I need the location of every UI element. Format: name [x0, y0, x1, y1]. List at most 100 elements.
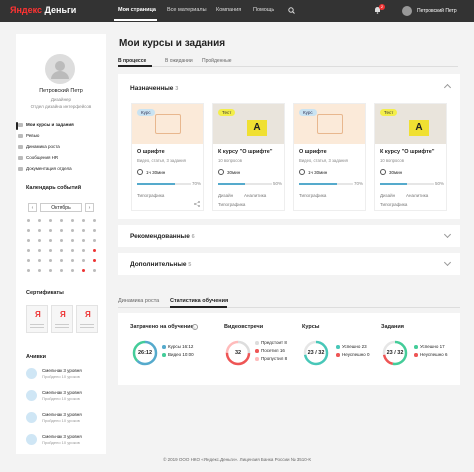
tab-growth[interactable]: Динамика роста	[118, 298, 159, 304]
calendar-day[interactable]	[38, 229, 41, 232]
calendar-day[interactable]	[38, 269, 41, 272]
nav-all-materials[interactable]: Все материалы	[167, 7, 207, 13]
calendar-day[interactable]	[60, 229, 63, 232]
nav-my-page[interactable]: Моя страница	[118, 7, 156, 13]
recommended-panel[interactable]: Рекомендованные 6	[118, 225, 460, 247]
calendar-day[interactable]	[93, 259, 96, 262]
search-icon[interactable]	[288, 7, 295, 14]
assigned-count: 3	[175, 86, 179, 92]
calendar-day[interactable]	[93, 219, 96, 222]
assigned-title[interactable]: Назначенные 3	[130, 85, 178, 92]
calendar-day[interactable]	[82, 249, 85, 252]
calendar-day[interactable]	[93, 249, 96, 252]
calendar-day[interactable]	[60, 269, 63, 272]
calendar-day[interactable]	[38, 259, 41, 262]
card-topic-tag[interactable]: Типографика	[137, 193, 164, 198]
share-icon[interactable]	[194, 201, 200, 207]
nav-company[interactable]: Компания	[216, 7, 241, 13]
course-card[interactable]: Курс О шрифте Видео, статья, 3 задания 1…	[293, 103, 366, 211]
calendar-next-button[interactable]: ›	[85, 203, 94, 212]
additional-panel[interactable]: Дополнительные 5	[118, 253, 460, 275]
calendar-day[interactable]	[60, 249, 63, 252]
calendar-day[interactable]	[49, 239, 52, 242]
card-duration: 30мин	[389, 170, 403, 175]
card-topic-tag[interactable]: Дизайн	[218, 193, 233, 198]
certificate-1[interactable]: Я	[26, 305, 48, 333]
calendar-day[interactable]	[60, 259, 63, 262]
course-card[interactable]: A Тест К курсу "О шрифте" 10 вопросов 30…	[212, 103, 285, 211]
calendar-day[interactable]	[60, 239, 63, 242]
videos-value: 32	[234, 350, 242, 356]
achievement-title[interactable]: Смельчак 3 уровня	[42, 412, 82, 417]
calendar-day[interactable]	[71, 219, 74, 222]
tab-active-indicator	[118, 65, 152, 67]
user-avatar[interactable]	[402, 6, 412, 16]
calendar-day[interactable]	[49, 229, 52, 232]
calendar-day[interactable]	[27, 239, 30, 242]
certificate-2[interactable]: Я	[51, 305, 73, 333]
card-progress-label: 50%	[273, 181, 283, 186]
calendar-day[interactable]	[49, 259, 52, 262]
calendar-day[interactable]	[71, 269, 74, 272]
achievement-title[interactable]: Смельчак 3 уровня	[42, 390, 82, 395]
calendar-day[interactable]	[27, 219, 30, 222]
calendar-day[interactable]	[82, 229, 85, 232]
calendar-day[interactable]	[93, 229, 96, 232]
sidebar-item-growth[interactable]: Динамика роста	[26, 144, 60, 149]
chevron-up-icon[interactable]	[443, 83, 452, 92]
calendar-day[interactable]	[38, 219, 41, 222]
sidebar-item-courses[interactable]: Мои курсы и задания	[26, 122, 74, 127]
course-card[interactable]: A Тест К курсу "О шрифте" 10 вопросов 30…	[374, 103, 447, 211]
calendar-prev-button[interactable]: ‹	[28, 203, 37, 212]
chevron-down-icon[interactable]	[443, 230, 452, 239]
calendar-day[interactable]	[27, 259, 30, 262]
sidebar: Петровский Петр Дизайнер Отдел дизайна и…	[16, 34, 106, 454]
calendar-day[interactable]	[93, 269, 96, 272]
sidebar-item-hr[interactable]: Сообщения HR	[26, 155, 58, 160]
chevron-down-icon[interactable]	[443, 258, 452, 267]
tab-learning-stats[interactable]: Статистика обучения	[170, 298, 228, 304]
card-topic-tag[interactable]: Типографика	[299, 193, 326, 198]
tab-waiting[interactable]: В ожидании	[165, 58, 193, 64]
calendar-day[interactable]	[71, 259, 74, 262]
achievement-title[interactable]: Смельчак 3 уровня	[42, 434, 82, 439]
calendar-day[interactable]	[60, 219, 63, 222]
card-topic-tag[interactable]: Типографика	[380, 202, 407, 207]
tab-completed[interactable]: Пройденные	[202, 58, 232, 64]
sidebar-item-docs[interactable]: Документация отдела	[26, 166, 72, 171]
card-topic-tag[interactable]: Аналитика	[244, 193, 266, 198]
certificate-3[interactable]: Я	[76, 305, 98, 333]
calendar-day[interactable]	[71, 249, 74, 252]
calendar-day[interactable]	[27, 269, 30, 272]
calendar-day[interactable]	[71, 229, 74, 232]
calendar-day[interactable]	[82, 259, 85, 262]
tab-in-progress[interactable]: В процессе	[118, 58, 146, 64]
logo[interactable]: Яндекс Деньги	[10, 5, 76, 15]
nav-help[interactable]: Помощь	[253, 7, 274, 13]
certificate-logo: Я	[60, 310, 66, 319]
calendar-day[interactable]	[82, 239, 85, 242]
card-topic-tag[interactable]: Типографика	[218, 202, 245, 207]
calendar-month[interactable]: Октябрь	[40, 203, 82, 212]
calendar-day[interactable]	[93, 239, 96, 242]
calendar-grid[interactable]	[27, 219, 97, 299]
card-topic-tag[interactable]: Аналитика	[406, 193, 428, 198]
legend-label: Посетил 16	[261, 348, 285, 353]
calendar-day[interactable]	[49, 249, 52, 252]
calendar-day[interactable]	[38, 249, 41, 252]
card-progress-label: 70%	[354, 181, 364, 186]
calendar-day[interactable]	[27, 229, 30, 232]
calendar-day[interactable]	[27, 249, 30, 252]
info-icon[interactable]: i	[192, 324, 198, 330]
calendar-day[interactable]	[38, 239, 41, 242]
calendar-day[interactable]	[71, 239, 74, 242]
sidebar-item-review[interactable]: Ревью	[26, 133, 39, 138]
calendar-day[interactable]	[49, 219, 52, 222]
achievement-title[interactable]: Смельчак 3 уровня	[42, 368, 82, 373]
course-card[interactable]: Курс О шрифте Видео, статья, 3 задания 1…	[131, 103, 204, 211]
calendar-day[interactable]	[82, 269, 85, 272]
card-topic-tag[interactable]: Дизайн	[380, 193, 395, 198]
calendar-day[interactable]	[82, 219, 85, 222]
user-name[interactable]: Петровский Петр	[417, 8, 457, 14]
calendar-day[interactable]	[49, 269, 52, 272]
